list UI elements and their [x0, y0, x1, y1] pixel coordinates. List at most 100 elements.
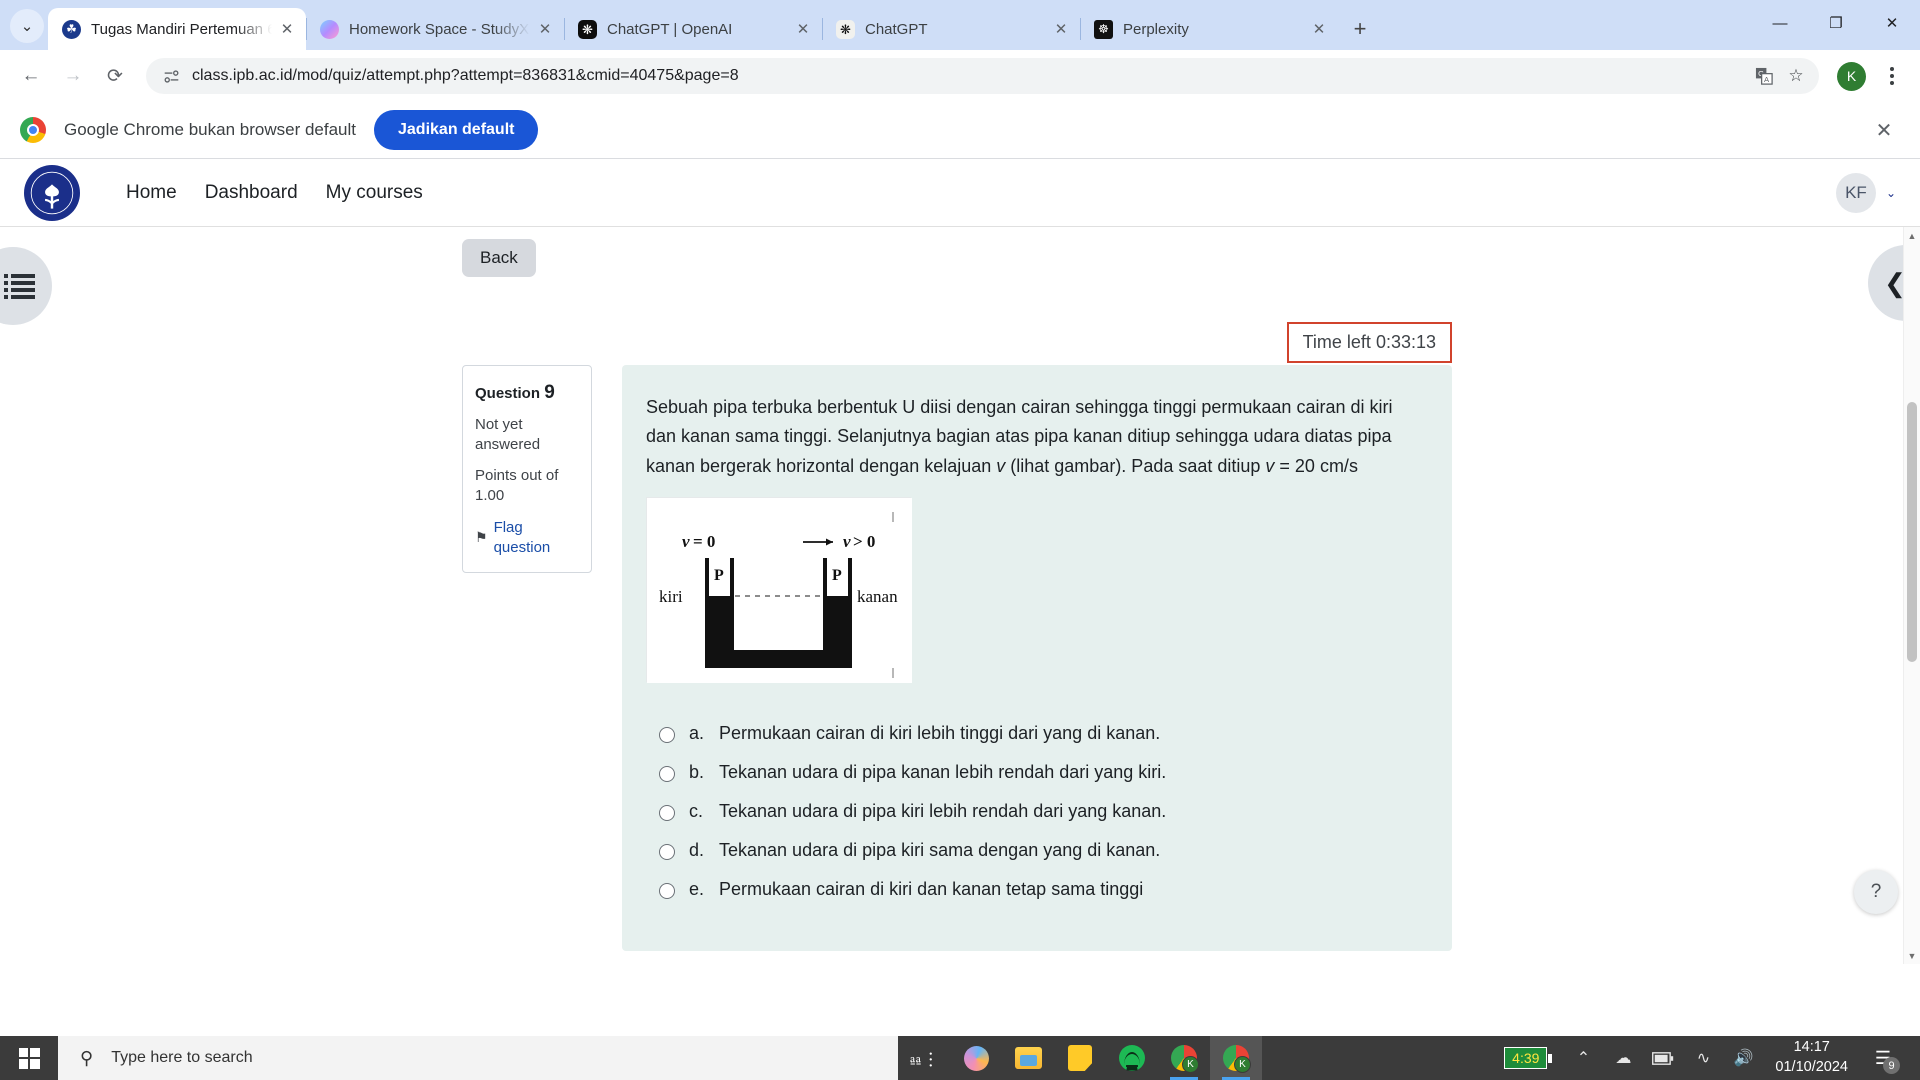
task-view-icon[interactable]: ⎂︙ [898, 1036, 950, 1080]
tab-close-icon[interactable]: ✕ [792, 18, 814, 40]
tab-close-icon[interactable]: ✕ [1308, 18, 1330, 40]
browser-tab-title: Tugas Mandiri Pertemuan 6 - G [91, 20, 272, 38]
cloud-icon[interactable]: ☁ [1603, 1036, 1643, 1080]
wifi-icon[interactable]: ∿ [1683, 1036, 1723, 1080]
bookmark-star-icon[interactable]: ☆ [1781, 61, 1811, 91]
browser-tab-3[interactable]: ❋ ChatGPT ✕ [822, 8, 1080, 50]
question-block: Question 9 Not yet answered Points out o… [462, 365, 1452, 951]
user-menu[interactable]: KF ⌄ [1835, 172, 1896, 213]
notifications-icon[interactable]: ☰ 9 [1860, 1036, 1906, 1080]
notifications-count: 9 [1883, 1057, 1900, 1074]
nav-link-dashboard[interactable]: Dashboard [205, 182, 298, 204]
browser-toolbar: ← → ⟳ class.ipb.ac.id/mod/quiz/attempt.p… [0, 50, 1920, 102]
navbar-links: Home Dashboard My courses [126, 182, 423, 204]
spotify-icon[interactable] [1106, 1036, 1158, 1080]
chrome-logo-icon [20, 117, 46, 143]
close-window-button[interactable]: ✕ [1864, 0, 1920, 46]
taskbar-search-placeholder: Type here to search [111, 1049, 253, 1066]
chevron-down-icon[interactable]: ⌄ [1886, 186, 1896, 200]
site-settings-icon[interactable] [160, 65, 182, 87]
answer-text-e: Permukaan cairan di kiri dan kanan tetap… [719, 878, 1144, 899]
nav-link-my-courses[interactable]: My courses [326, 182, 423, 204]
back-button[interactable]: Back [462, 239, 536, 277]
browser-tab-2[interactable]: ❋ ChatGPT | OpenAI ✕ [564, 8, 822, 50]
copilot-icon[interactable] [950, 1036, 1002, 1080]
browser-tab-title: Homework Space - StudyX [349, 20, 530, 38]
clock[interactable]: 14:17 01/10/2024 [1763, 1036, 1860, 1080]
scroll-up-arrow[interactable]: ▲ [1904, 227, 1920, 244]
browser-tab-1[interactable]: Homework Space - StudyX ✕ [306, 8, 564, 50]
chrome-menu-icon[interactable] [1876, 60, 1908, 92]
radio-button-b[interactable] [659, 765, 675, 782]
show-desktop-button[interactable] [1906, 1036, 1914, 1080]
radio-button-e[interactable] [659, 882, 675, 899]
browser-tab-0[interactable]: ☘ Tugas Mandiri Pertemuan 6 - G ✕ [48, 8, 306, 50]
forward-button[interactable]: → [54, 57, 92, 95]
ipb-logo-icon: ☘ [62, 19, 81, 39]
answer-key-c: c. [689, 800, 704, 821]
quiz-content-column: Back Time left 0:33:13 Question 9 Not ye… [462, 227, 1452, 964]
show-hidden-icons-chevron[interactable]: ⌃ [1563, 1036, 1603, 1080]
user-avatar[interactable]: KF [1835, 172, 1876, 213]
browser-tab-4[interactable]: ☸ Perplexity ✕ [1080, 8, 1338, 50]
radio-button-a[interactable] [659, 726, 675, 743]
answer-option-d[interactable]: d. Tekanan udara di pipa kiri sama denga… [646, 831, 1420, 870]
speaker-icon[interactable]: 🔊 [1723, 1036, 1763, 1080]
battery-time-text: 4:39 [1512, 1050, 1540, 1066]
ipb-logo-icon[interactable] [24, 164, 80, 221]
new-tab-button[interactable]: + [1344, 13, 1376, 45]
battery-time-indicator[interactable]: 4:39 [1504, 1047, 1553, 1069]
svg-text:v: v [843, 532, 851, 551]
answer-options: a. Permukaan cairan di kiri lebih tinggi… [646, 714, 1420, 909]
answer-text-b: Tekanan udara di pipa kanan lebih rendah… [719, 761, 1167, 782]
maximize-button[interactable]: ❐ [1808, 0, 1864, 46]
clock-date: 01/10/2024 [1775, 1059, 1848, 1075]
start-button[interactable] [0, 1036, 58, 1080]
chrome-icon-active[interactable] [1210, 1036, 1262, 1080]
nav-link-home[interactable]: Home [126, 182, 177, 204]
svg-text:kanan: kanan [857, 587, 898, 606]
tab-close-icon[interactable]: ✕ [534, 18, 556, 40]
answer-option-a[interactable]: a. Permukaan cairan di kiri lebih tinggi… [646, 714, 1420, 753]
answer-option-b[interactable]: b. Tekanan udara di pipa kanan lebih ren… [646, 753, 1420, 792]
tab-close-icon[interactable]: ✕ [276, 18, 298, 40]
flag-question-link[interactable]: ⚑ Flag question [475, 518, 579, 559]
perplexity-icon: ☸ [1094, 19, 1113, 39]
sticky-notes-icon[interactable] [1054, 1036, 1106, 1080]
scrollbar-thumb[interactable] [1907, 402, 1917, 662]
reload-button[interactable]: ⟳ [96, 57, 134, 95]
open-nav-drawer-button[interactable] [0, 247, 52, 325]
flag-icon: ⚑ [475, 529, 488, 546]
quiz-page: ❮ Back Time left 0:33:13 Question 9 Not … [0, 227, 1920, 964]
address-bar[interactable]: class.ipb.ac.id/mod/quiz/attempt.php?att… [146, 58, 1819, 94]
answer-option-e[interactable]: e. Permukaan cairan di kiri dan kanan te… [646, 870, 1420, 909]
taskbar-apps: ⎂︙ [898, 1036, 1262, 1080]
tab-search-icon[interactable]: ⌄ [10, 9, 44, 43]
question-content: Sebuah pipa terbuka berbentuk U diisi de… [622, 365, 1452, 951]
question-points: Points out of 1.00 [475, 467, 559, 505]
url-text: class.ipb.ac.id/mod/quiz/attempt.php?att… [192, 67, 739, 84]
help-button[interactable]: ? [1854, 870, 1898, 914]
browser-tab-title: ChatGPT [865, 20, 928, 38]
make-default-button[interactable]: Jadikan default [374, 110, 539, 150]
radio-button-c[interactable] [659, 804, 675, 821]
chrome-profile-avatar[interactable]: K [1837, 61, 1866, 91]
scroll-down-arrow[interactable]: ▼ [1904, 947, 1920, 964]
timer-row: Time left 0:33:13 [462, 322, 1452, 363]
flag-question-label: Flag question [493, 518, 551, 556]
tab-close-icon[interactable]: ✕ [1050, 18, 1072, 40]
answer-key-d: d. [689, 839, 705, 860]
file-explorer-icon[interactable] [1002, 1036, 1054, 1080]
page-scrollbar[interactable]: ▲ ▼ [1903, 227, 1920, 964]
radio-button-d[interactable] [659, 843, 675, 860]
minimize-button[interactable]: — [1752, 0, 1808, 46]
translate-icon[interactable]: G A [1749, 61, 1779, 91]
back-button[interactable]: ← [12, 57, 50, 95]
battery-icon[interactable] [1643, 1036, 1683, 1080]
dismiss-default-bar-icon[interactable]: ✕ [1868, 114, 1900, 146]
openai-icon: ❋ [578, 19, 597, 39]
taskbar-search[interactable]: ⚲ Type here to search [58, 1036, 898, 1080]
search-icon: ⚲ [80, 1047, 94, 1068]
answer-option-c[interactable]: c. Tekanan udara di pipa kiri lebih rend… [646, 792, 1420, 831]
chrome-icon[interactable] [1158, 1036, 1210, 1080]
